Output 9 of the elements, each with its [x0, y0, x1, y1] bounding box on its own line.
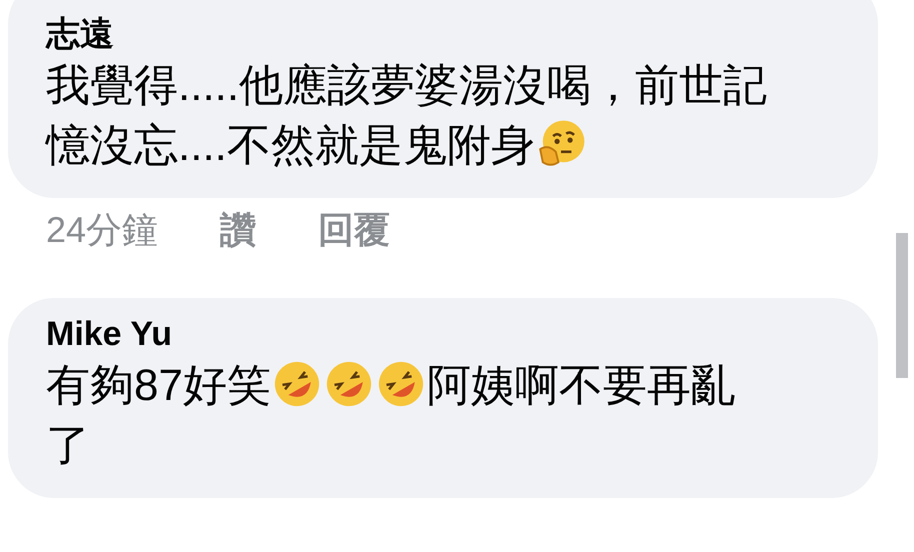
- comment-text: 有夠87好笑: [46, 361, 271, 410]
- author-name[interactable]: Mike Yu: [46, 312, 848, 356]
- scrollbar[interactable]: [896, 233, 908, 378]
- comment-text: 我覺得.....他應該夢婆湯沒喝，前世記: [46, 61, 768, 110]
- author-name[interactable]: 志遠: [46, 12, 848, 56]
- comment-text: 憶沒忘....不然就是鬼附身: [46, 121, 535, 170]
- comment-text: 了: [46, 421, 90, 470]
- timestamp: 24分鐘: [46, 208, 158, 252]
- comment-text: 阿姨啊不要再亂: [426, 361, 735, 410]
